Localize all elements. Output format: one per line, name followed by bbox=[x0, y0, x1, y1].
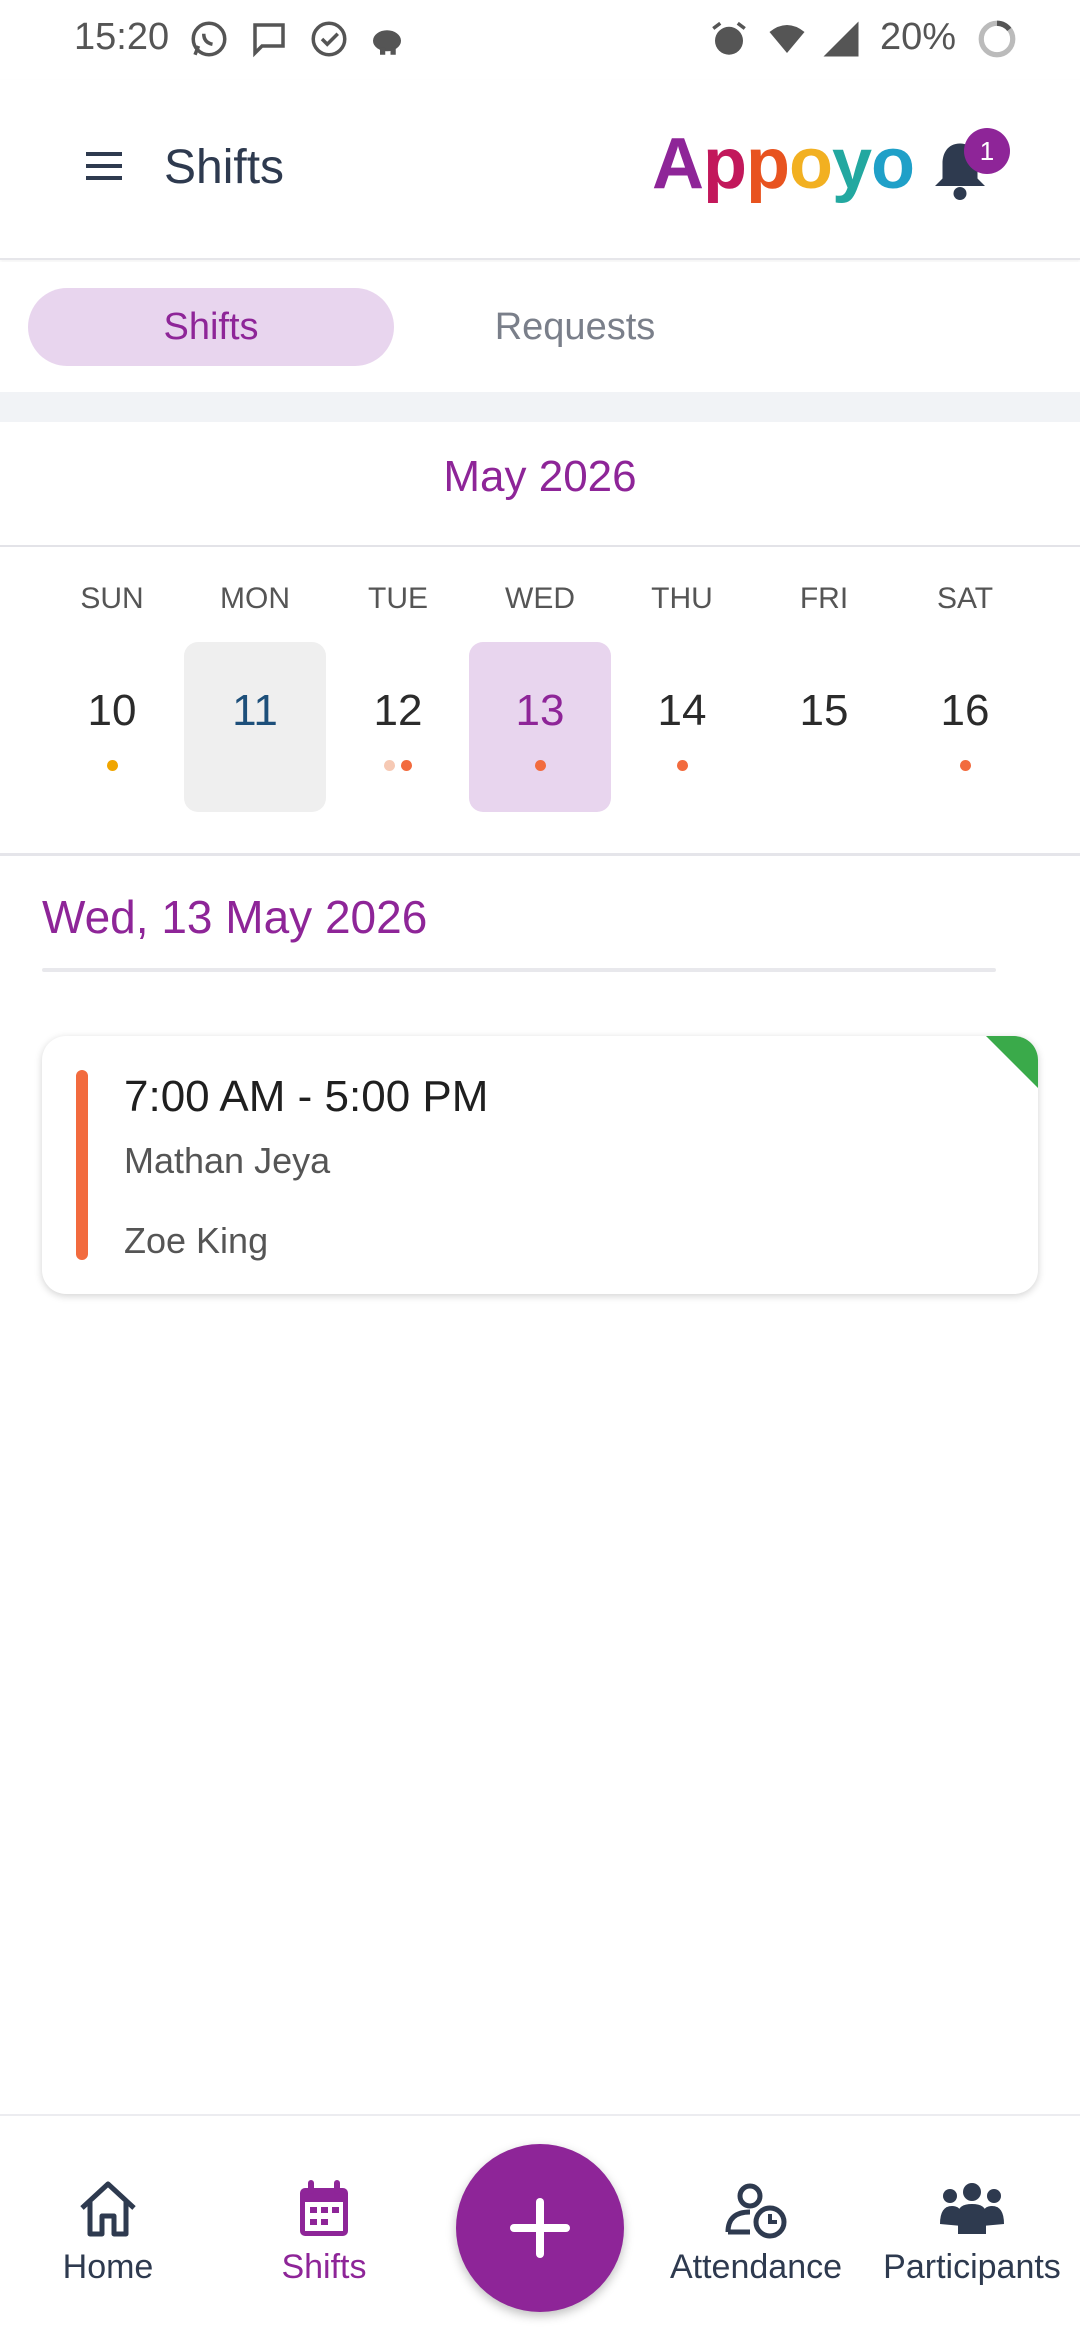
shift-dots bbox=[753, 758, 895, 772]
day-of-week: FRI bbox=[799, 582, 849, 615]
nav-label: Home bbox=[62, 2248, 154, 2286]
day-sat[interactable]: SAT 16 bbox=[894, 580, 1036, 820]
shift-card[interactable]: 7:00 AM - 5:00 PM Mathan Jeya Zoe King bbox=[42, 1036, 1038, 1294]
nav-home[interactable]: Home bbox=[8, 2176, 208, 2287]
nav-shifts[interactable]: Shifts bbox=[224, 2176, 424, 2287]
brand-letter: p bbox=[703, 124, 747, 204]
day-tue[interactable]: TUE 12 bbox=[327, 580, 469, 820]
alarm-icon bbox=[712, 21, 746, 55]
attendance-icon bbox=[725, 2183, 787, 2239]
shift-dot bbox=[534, 760, 546, 771]
day-thu[interactable]: THU 14 bbox=[611, 580, 753, 820]
shift-dot bbox=[384, 760, 395, 771]
day-of-week: WED bbox=[505, 582, 575, 615]
day-of-week: TUE bbox=[368, 582, 428, 615]
shift-dots bbox=[894, 758, 1036, 772]
signal-icon bbox=[823, 21, 859, 57]
date-number: 10 bbox=[87, 686, 137, 735]
shift-dot bbox=[959, 760, 971, 771]
tab-bar: Shifts Requests bbox=[0, 262, 1080, 392]
day-fri[interactable]: FRI 15 bbox=[753, 580, 895, 820]
shift-dots bbox=[327, 758, 469, 772]
status-bar: 15:20 20% bbox=[0, 0, 1080, 80]
shift-corner-flag bbox=[986, 1036, 1038, 1088]
shift-status-bar bbox=[76, 1070, 88, 1260]
brand-letter: A bbox=[652, 124, 704, 204]
nav-participants[interactable]: Participants bbox=[872, 2176, 1072, 2287]
day-of-week: THU bbox=[651, 582, 713, 615]
check-circle-icon bbox=[311, 21, 347, 57]
date-number: 15 bbox=[799, 686, 849, 735]
battery-percent: 20% bbox=[880, 16, 957, 58]
selected-date-heading: Wed, 13 May 2026 bbox=[42, 891, 428, 943]
date-number: 11 bbox=[232, 686, 278, 735]
tab-shifts[interactable]: Shifts bbox=[28, 288, 394, 366]
calendar-icon bbox=[300, 2180, 348, 2236]
section-divider bbox=[0, 392, 1080, 422]
home-icon bbox=[80, 2181, 136, 2237]
plus-icon bbox=[510, 2198, 570, 2258]
shift-dot bbox=[676, 760, 688, 771]
brand-letter: o bbox=[788, 124, 833, 204]
whatsapp-icon bbox=[191, 21, 227, 57]
shift-worker: Mathan Jeya bbox=[124, 1140, 331, 1181]
notification-badge: 1 bbox=[964, 128, 1010, 174]
shift-dot bbox=[106, 760, 118, 771]
nav-label: Attendance bbox=[669, 2248, 843, 2286]
day-wed[interactable]: WED 13 bbox=[469, 580, 611, 820]
shift-dots bbox=[611, 758, 753, 772]
brand-letter: p bbox=[745, 124, 790, 204]
month-title: May 2026 bbox=[443, 452, 637, 501]
add-button[interactable] bbox=[456, 2144, 624, 2312]
page-title: Shifts bbox=[164, 141, 285, 194]
brand-letter: o bbox=[871, 124, 915, 204]
day-sun[interactable]: SUN 10 bbox=[41, 580, 183, 820]
date-number: 14 bbox=[657, 686, 707, 735]
date-number: 13 bbox=[515, 686, 565, 735]
shift-dots bbox=[184, 758, 326, 772]
day-of-week: MON bbox=[220, 582, 290, 615]
app-bar: Shifts Appoyo 1 bbox=[0, 80, 1080, 260]
wifi-icon bbox=[769, 25, 805, 53]
participants-icon bbox=[940, 2183, 1004, 2234]
day-mon[interactable]: MON 11 bbox=[184, 580, 326, 820]
day-of-week: SUN bbox=[80, 582, 144, 615]
nav-label: Participants bbox=[883, 2248, 1061, 2286]
divider bbox=[0, 545, 1080, 547]
piggy-bank-icon bbox=[373, 30, 401, 55]
shift-time: 7:00 AM - 5:00 PM bbox=[124, 1072, 489, 1121]
tab-requests[interactable]: Requests bbox=[392, 288, 758, 366]
battery-icon bbox=[978, 20, 1016, 58]
divider bbox=[0, 853, 1080, 856]
nav-label: Shifts bbox=[281, 2248, 367, 2286]
shift-dots bbox=[469, 758, 611, 772]
brand-logo: Appoyo bbox=[652, 128, 915, 200]
message-icon bbox=[253, 23, 285, 58]
shift-dot bbox=[401, 760, 412, 771]
date-number: 16 bbox=[940, 686, 990, 735]
brand-letter: y bbox=[831, 124, 872, 204]
nav-attendance[interactable]: Attendance bbox=[656, 2176, 856, 2287]
divider bbox=[42, 968, 996, 972]
day-of-week: SAT bbox=[936, 582, 994, 615]
date-number: 12 bbox=[373, 686, 423, 735]
menu-icon[interactable] bbox=[80, 146, 128, 186]
shift-dots bbox=[41, 758, 183, 772]
status-time: 15:20 bbox=[74, 16, 170, 58]
shift-participant: Zoe King bbox=[124, 1220, 269, 1261]
